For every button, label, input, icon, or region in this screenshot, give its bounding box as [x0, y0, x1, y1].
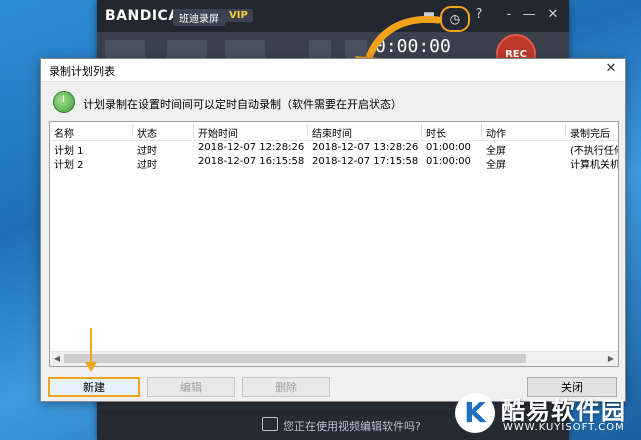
column-header-start[interactable]: 开始时间 — [198, 125, 238, 140]
column-header-after[interactable]: 录制完后 — [570, 125, 610, 140]
scroll-right-icon[interactable]: ▶ — [605, 354, 617, 364]
restore-button[interactable]: — — [521, 7, 537, 22]
delete-button[interactable]: 删除 — [242, 377, 330, 397]
down-arrow-annotation — [85, 328, 97, 372]
edit-button[interactable]: 编辑 — [147, 377, 235, 397]
column-separator[interactable] — [193, 124, 194, 138]
schedule-list[interactable]: 名称 状态 开始时间 结束时间 时长 动作 录制完后 计划 1 过时 2018-… — [49, 121, 619, 367]
column-header-end[interactable]: 结束时间 — [312, 125, 352, 140]
schedule-list-dialog: 录制计划列表 ✕ 计划录制在设置时间间可以定时自动录制（软件需要在开启状态） 名… — [40, 58, 626, 402]
dialog-description: 计划录制在设置时间间可以定时自动录制（软件需要在开启状态） — [83, 98, 402, 111]
bandicam-cn-badge: 班迪录屏 — [173, 9, 225, 26]
row-start: 2018-12-07 12:28:26 — [198, 142, 305, 153]
row-name: 计划 1 — [54, 146, 84, 157]
help-button[interactable]: ? — [471, 7, 487, 22]
chat-icon — [262, 417, 278, 431]
minimize-button[interactable]: - — [501, 7, 517, 22]
row-after: 计算机关机 — [570, 160, 619, 171]
dialog-title: 录制计划列表 — [49, 65, 115, 78]
vip-badge[interactable]: VIP — [224, 9, 253, 22]
watermark-logo-icon: K — [455, 393, 495, 433]
row-after: (不执行任何 — [570, 146, 619, 157]
dialog-close-icon[interactable]: ✕ — [603, 61, 619, 77]
column-separator[interactable] — [132, 124, 133, 138]
watermark-name: 酷易软件园 — [501, 397, 626, 425]
row-end: 2018-12-07 13:28:26 — [312, 142, 419, 153]
column-separator[interactable] — [307, 124, 308, 138]
row-duration: 01:00:00 — [426, 156, 471, 167]
column-header-name[interactable]: 名称 — [54, 125, 74, 140]
column-header-duration[interactable]: 时长 — [426, 125, 446, 140]
kuyisoft-watermark: K 酷易软件园 WWW.KUYISOFT.COM — [455, 389, 641, 440]
watermark-url: WWW.KUYISOFT.COM — [503, 422, 625, 433]
row-duration: 01:00:00 — [426, 142, 471, 153]
row-action: 全屏 — [486, 160, 506, 171]
list-header: 名称 状态 开始时间 结束时间 时长 动作 录制完后 — [50, 122, 618, 141]
column-header-action[interactable]: 动作 — [486, 125, 506, 140]
row-start: 2018-12-07 16:15:58 — [198, 156, 305, 167]
column-header-status[interactable]: 状态 — [137, 125, 157, 140]
scrollbar-thumb[interactable] — [64, 354, 526, 363]
row-name: 计划 2 — [54, 160, 84, 171]
bottom-promo-text[interactable]: 您正在使用视频编辑软件吗? — [283, 418, 421, 434]
bandicam-titlebar: BANDICAM 班迪录屏 VIP ▬ ? - — ✕ — [97, 0, 569, 32]
new-button[interactable]: 新建 — [48, 377, 140, 397]
dialog-titlebar: 录制计划列表 ✕ — [41, 59, 625, 82]
clock-icon — [53, 91, 75, 113]
column-separator[interactable] — [565, 124, 566, 138]
scroll-left-icon[interactable]: ◀ — [51, 354, 63, 364]
row-status: 过时 — [137, 160, 157, 171]
column-separator[interactable] — [421, 124, 422, 138]
row-status: 过时 — [137, 146, 157, 157]
close-button[interactable]: ✕ — [545, 7, 561, 22]
horizontal-scrollbar[interactable]: ◀ ▶ — [50, 351, 618, 366]
row-action: 全屏 — [486, 146, 506, 157]
row-end: 2018-12-07 17:15:58 — [312, 156, 419, 167]
column-separator[interactable] — [481, 124, 482, 138]
